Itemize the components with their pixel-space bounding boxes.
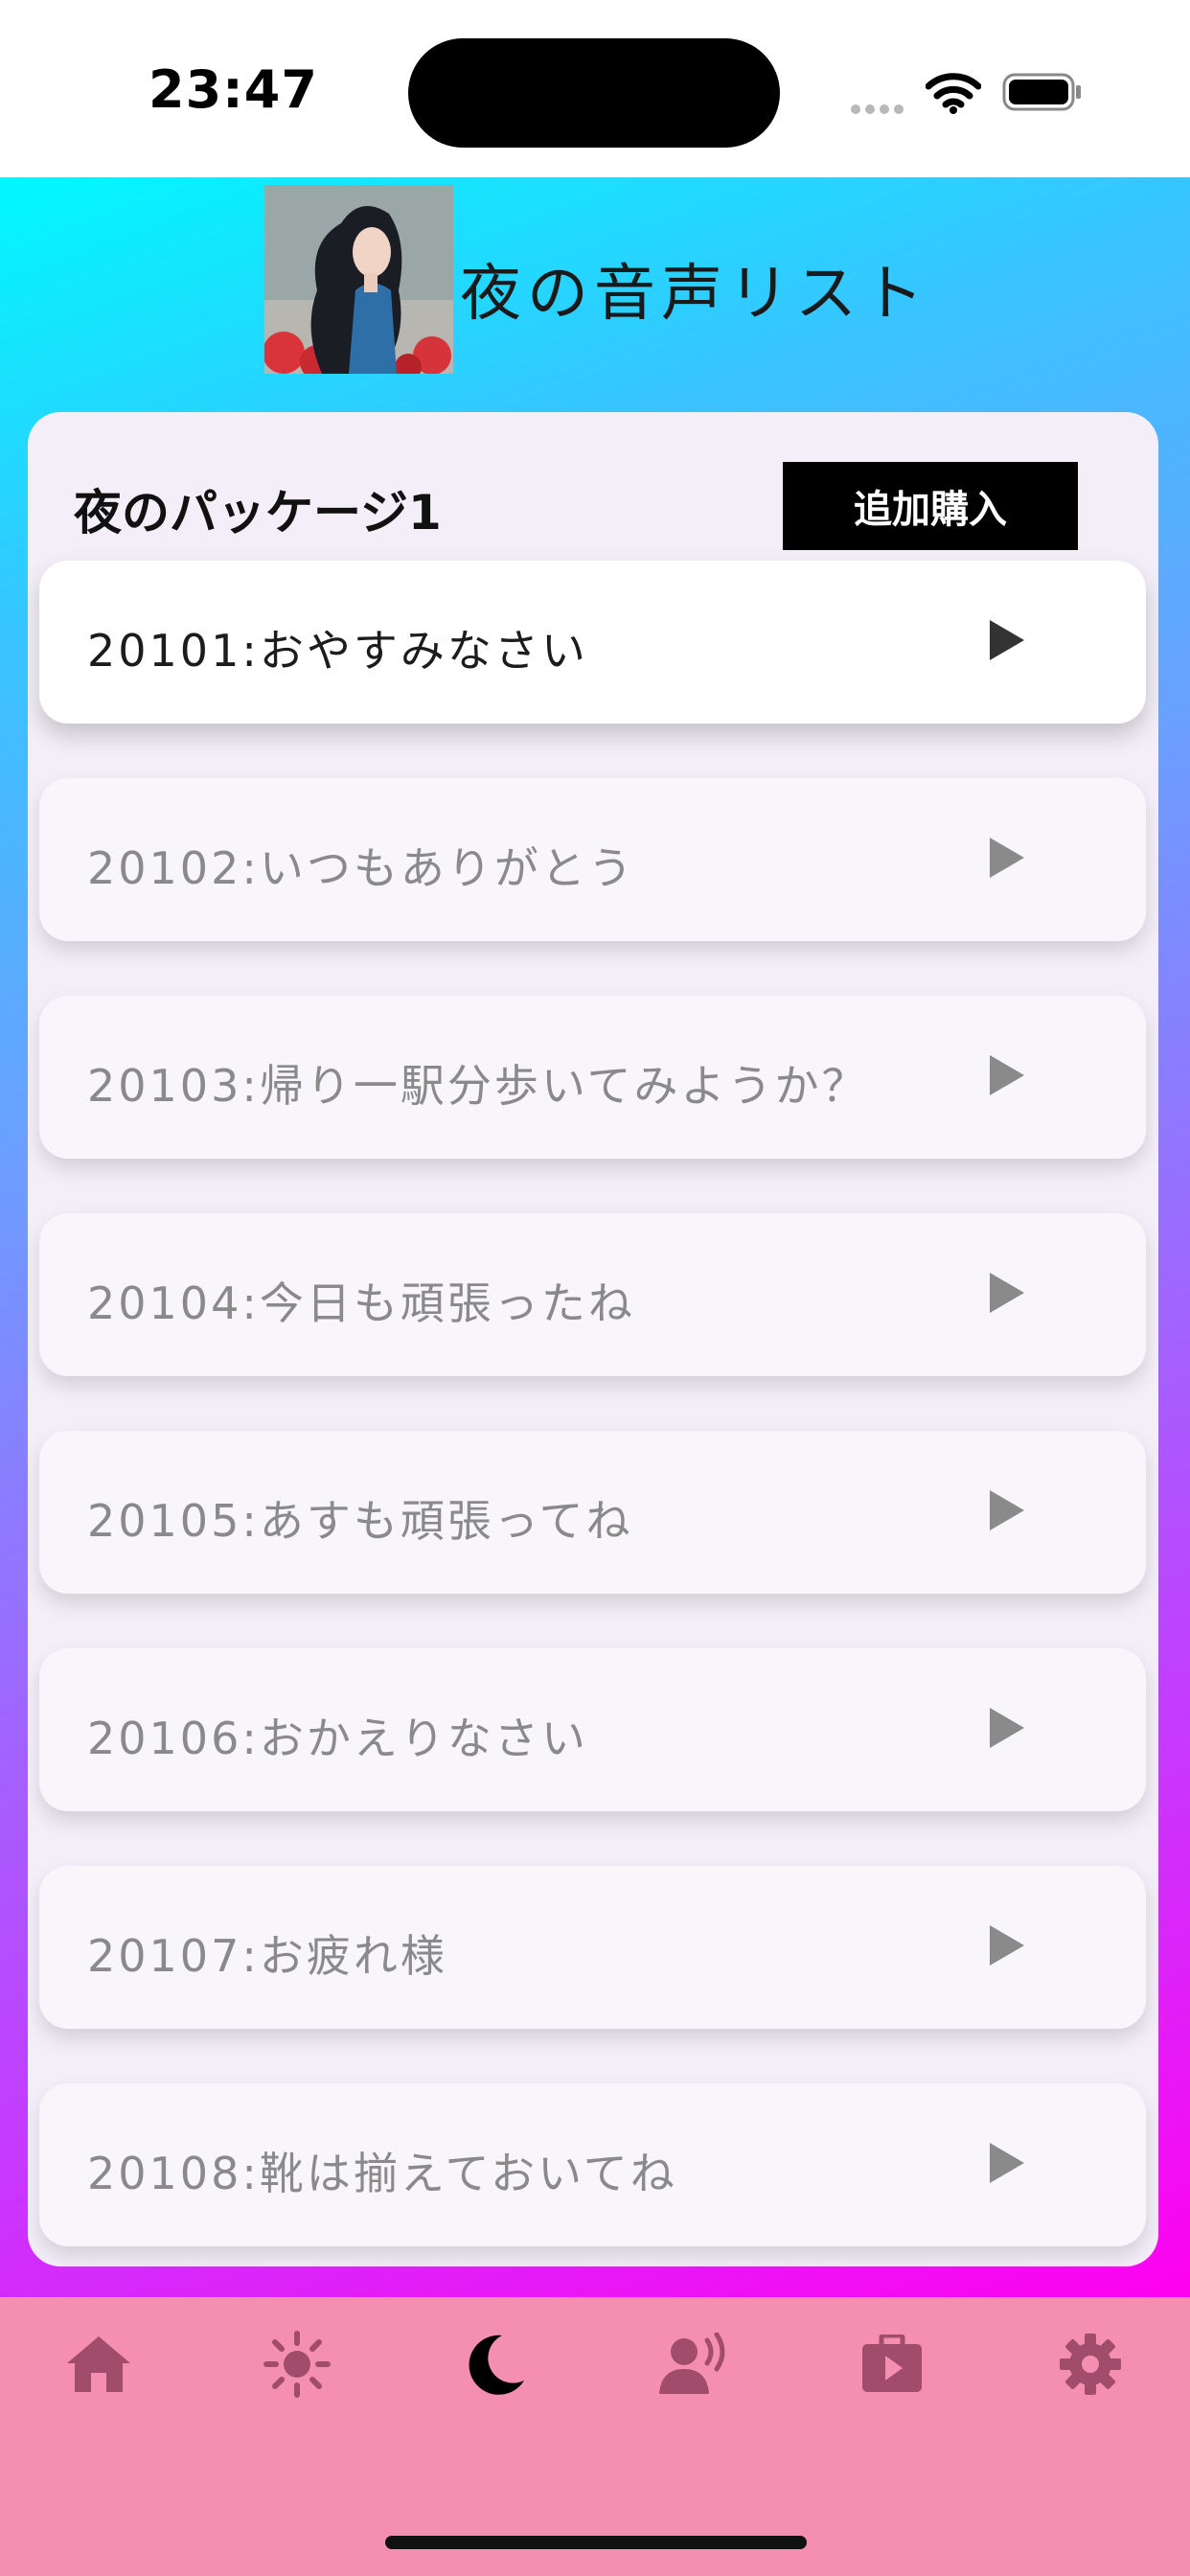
- play-icon[interactable]: [990, 620, 1024, 660]
- track-label: 20105:あすも頑張ってね: [87, 1495, 633, 1547]
- tab-night[interactable]: [457, 2326, 534, 2403]
- package-card: 夜のパッケージ1 追加購入 20101:おやすみなさい 20102:いつもありが…: [28, 412, 1158, 2266]
- cellular-signal-icon: [851, 100, 910, 114]
- play-icon[interactable]: [990, 1490, 1024, 1530]
- battery-icon: [1002, 73, 1081, 111]
- play-icon[interactable]: [990, 838, 1024, 878]
- wifi-icon: [926, 73, 981, 114]
- tab-settings[interactable]: [1052, 2326, 1129, 2403]
- track-label: 20103:帰り一駅分歩いてみようか？: [87, 1060, 869, 1112]
- home-icon: [67, 2336, 130, 2392]
- play-icon[interactable]: [990, 2143, 1024, 2183]
- track-item[interactable]: 20104:今日も頑張ったね: [39, 1213, 1146, 1376]
- play-icon[interactable]: [990, 1708, 1024, 1748]
- track-label: 20102:いつもありがとう: [87, 842, 635, 894]
- track-label: 20104:今日も頑張ったね: [87, 1277, 635, 1329]
- sun-icon: [263, 2331, 331, 2398]
- video-case-icon: [862, 2334, 922, 2392]
- track-label: 20101:おやすみなさい: [87, 625, 588, 677]
- package-title: 夜のパッケージ1: [74, 485, 442, 540]
- additional-purchase-button[interactable]: 追加購入: [783, 462, 1078, 550]
- tab-home[interactable]: [60, 2326, 137, 2403]
- track-item[interactable]: 20106:おかえりなさい: [39, 1648, 1146, 1811]
- track-label: 20106:おかえりなさい: [87, 1713, 588, 1764]
- track-item[interactable]: 20102:いつもありがとう: [39, 778, 1146, 941]
- tab-morning[interactable]: [259, 2326, 335, 2403]
- moon-icon: [469, 2334, 524, 2395]
- main-content: 夜の音声リスト 夜のパッケージ1 追加購入 20101:おやすみなさい 2010…: [0, 177, 1190, 2297]
- gear-icon: [1060, 2334, 1121, 2395]
- tab-bar: [0, 2297, 1190, 2576]
- speaking-person-icon: [659, 2333, 725, 2394]
- tab-voice[interactable]: [655, 2326, 732, 2403]
- track-item[interactable]: 20103:帰り一駅分歩いてみようか？: [39, 996, 1146, 1159]
- track-label: 20108:靴は揃えておいてね: [87, 2148, 677, 2199]
- home-indicator: [385, 2536, 807, 2549]
- tab-video[interactable]: [854, 2326, 930, 2403]
- track-label: 20107:お疲れ様: [87, 1930, 447, 1982]
- track-item[interactable]: 20108:靴は揃えておいてね: [39, 2083, 1146, 2246]
- track-item[interactable]: 20101:おやすみなさい: [39, 561, 1146, 724]
- play-icon[interactable]: [990, 1273, 1024, 1313]
- play-icon[interactable]: [990, 1055, 1024, 1095]
- status-time: 23:47: [149, 59, 318, 120]
- header-avatar-image: [264, 185, 453, 374]
- dynamic-island: [408, 38, 780, 148]
- status-bar: 23:47: [0, 0, 1190, 177]
- track-item[interactable]: 20105:あすも頑張ってね: [39, 1431, 1146, 1594]
- page-title: 夜の音声リスト: [460, 259, 929, 330]
- play-icon[interactable]: [990, 1925, 1024, 1966]
- track-item[interactable]: 20107:お疲れ様: [39, 1866, 1146, 2029]
